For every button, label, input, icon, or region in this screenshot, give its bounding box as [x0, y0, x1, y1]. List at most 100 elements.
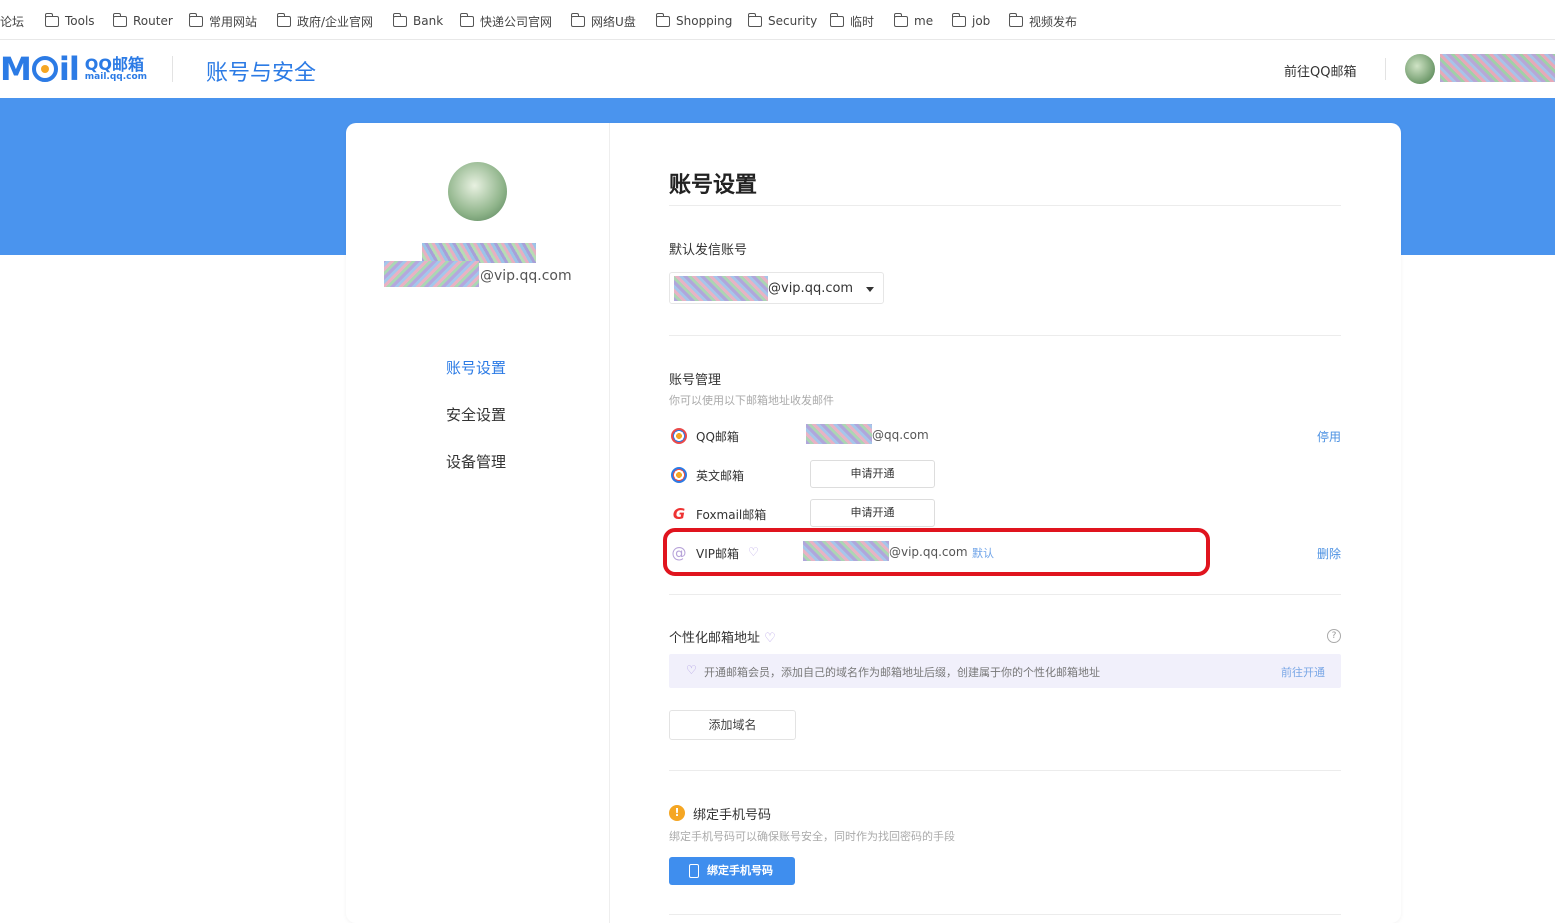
vip-diamond-icon: ♡	[686, 663, 697, 677]
settings-card: @vip.qq.com 账号设置 安全设置 设备管理 账号设置 默认发信账号 @…	[346, 123, 1401, 923]
bookmark-label: Router	[133, 14, 173, 28]
add-domain-button[interactable]: 添加域名	[669, 710, 796, 740]
header-divider	[172, 56, 173, 82]
divider	[669, 335, 1341, 336]
foxmail-icon: G	[672, 505, 686, 523]
account-management-label: 账号管理	[669, 373, 722, 388]
bookmark-me[interactable]: me	[894, 12, 933, 30]
page-title: 账号设置	[669, 173, 758, 198]
folder-icon	[45, 12, 59, 27]
folder-icon	[571, 12, 585, 27]
folder-icon	[277, 12, 291, 27]
bookmark-label: Shopping	[676, 14, 733, 28]
folder-icon	[894, 12, 908, 27]
profile-email-redacted	[384, 261, 479, 287]
warning-icon: !	[669, 805, 685, 821]
bookmark-label: 论坛	[0, 14, 25, 29]
promo-open-link[interactable]: 前往开通	[1281, 664, 1325, 680]
folder-icon	[952, 12, 966, 27]
divider	[669, 594, 1341, 595]
folder-icon	[460, 12, 474, 27]
bookmark-label: Bank	[413, 14, 444, 28]
apply-english-button[interactable]: 申请开通	[810, 460, 935, 488]
account-row-english: 英文邮箱 申请开通	[669, 460, 1341, 489]
english-mail-icon	[671, 467, 687, 483]
bookmark-shopping[interactable]: Shopping	[656, 12, 732, 30]
sender-address-suffix: @vip.qq.com	[768, 281, 854, 296]
delete-link[interactable]: 删除	[1317, 545, 1341, 562]
default-sender-select[interactable]: @vip.qq.com	[669, 272, 884, 304]
sidebar-separator	[609, 123, 610, 923]
divider	[669, 205, 1341, 206]
bookmark-label: job	[972, 14, 991, 28]
bookmark-label: Tools	[65, 14, 95, 28]
bookmark-netdisk[interactable]: 网络U盘	[571, 12, 636, 30]
vip-diamond-icon: ♡	[764, 631, 776, 646]
help-icon[interactable]: ?	[1327, 629, 1341, 643]
phone-icon	[689, 864, 699, 878]
account-management-desc: 你可以使用以下邮箱地址收发邮件	[669, 394, 834, 407]
bookmark-label: 临时	[850, 14, 875, 29]
sidebar-item-security-settings[interactable]: 安全设置	[446, 404, 506, 425]
folder-icon	[189, 12, 203, 27]
bookmark-bank[interactable]: Bank	[393, 12, 443, 30]
highlight-annotation	[663, 528, 1210, 576]
bookmark-gov-sites[interactable]: 政府/企业官网	[277, 12, 373, 30]
bookmark-temp[interactable]: 临时	[830, 12, 874, 30]
promo-text: 开通邮箱会员，添加自己的域名作为邮箱地址后缀，创建属于你的个性化邮箱地址	[704, 666, 1100, 679]
bind-phone-label: 绑定手机号码	[707, 864, 773, 877]
bookmark-common-sites[interactable]: 常用网站	[189, 12, 257, 30]
bookmark-label: 网络U盘	[591, 14, 636, 29]
account-name: 英文邮箱	[696, 469, 745, 483]
bookmark-tools[interactable]: Tools	[45, 12, 95, 30]
qq-mail-icon	[671, 428, 687, 444]
bookmark-label: me	[914, 14, 934, 28]
disable-link[interactable]: 停用	[1317, 428, 1341, 445]
profile-name-redacted	[422, 243, 536, 263]
user-name-redacted[interactable]	[1440, 54, 1555, 82]
sidebar-item-account-settings[interactable]: 账号设置	[446, 357, 506, 378]
phone-binding-desc: 绑定手机号码可以确保账号安全，同时作为找回密码的手段	[669, 830, 955, 843]
folder-icon	[1009, 12, 1023, 27]
bookmark-label: 视频发布	[1029, 14, 1078, 29]
chevron-down-icon	[866, 287, 874, 292]
folder-icon	[830, 12, 844, 27]
goto-qq-mail-link[interactable]: 前往QQ邮箱	[1284, 61, 1356, 80]
bookmark-security[interactable]: Security	[748, 12, 817, 30]
bookmarks-bar: 论坛 Tools Router 常用网站 政府/企业官网 Bank 快递公司官网…	[0, 0, 1555, 40]
bookmark-job[interactable]: job	[952, 12, 990, 30]
apply-foxmail-button[interactable]: 申请开通	[810, 499, 935, 527]
folder-icon	[656, 12, 670, 27]
bind-phone-button[interactable]: 绑定手机号码	[669, 857, 795, 885]
account-name: Foxmail邮箱	[696, 508, 767, 522]
sidebar-item-device-management[interactable]: 设备管理	[446, 451, 506, 472]
app-header: Mil QQ邮箱 mail.qq.com 账号与安全 前往QQ邮箱	[0, 40, 1555, 98]
profile-email-suffix: @vip.qq.com	[480, 268, 572, 284]
logo-brand: QQ邮箱	[84, 54, 144, 74]
section-title: 账号与安全	[206, 61, 317, 86]
custom-address-label: 个性化邮箱地址 ♡	[669, 627, 776, 646]
user-avatar[interactable]	[1405, 54, 1435, 84]
account-name: QQ邮箱	[696, 430, 739, 444]
account-row-foxmail: G Foxmail邮箱 申请开通	[669, 499, 1341, 528]
address-redacted	[806, 424, 872, 444]
logo-text: QQ邮箱 mail.qq.com	[84, 54, 148, 82]
logo-domain: mail.qq.com	[84, 71, 148, 82]
divider	[669, 770, 1341, 771]
bookmark-label: 快递公司官网	[480, 14, 553, 29]
folder-icon	[748, 12, 762, 27]
bookmark-courier[interactable]: 快递公司官网	[460, 12, 552, 30]
account-row-qq: QQ邮箱 @qq.com 停用	[669, 422, 1341, 450]
account-address: @qq.com	[872, 428, 929, 442]
bookmark-forum[interactable]: 论坛	[0, 12, 24, 30]
qq-mail-logo[interactable]: Mil QQ邮箱 mail.qq.com	[0, 50, 148, 88]
folder-icon	[113, 12, 127, 27]
bookmark-router[interactable]: Router	[113, 12, 173, 30]
profile-avatar	[448, 162, 507, 221]
header-divider	[1385, 58, 1386, 80]
folder-icon	[393, 12, 407, 27]
custom-address-text: 个性化邮箱地址	[669, 631, 761, 646]
bookmark-label: Security	[768, 14, 818, 28]
sender-address-redacted	[674, 276, 768, 301]
bookmark-video[interactable]: 视频发布	[1009, 12, 1077, 30]
